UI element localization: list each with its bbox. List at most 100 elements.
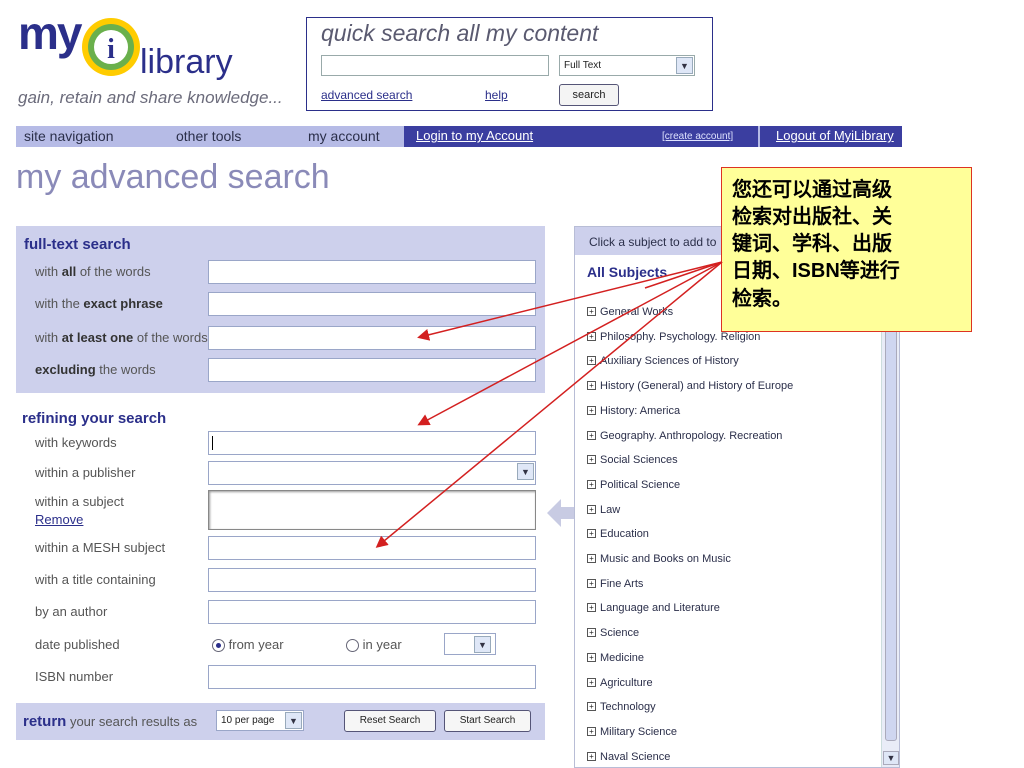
exact-phrase-input[interactable] [208, 292, 536, 316]
expand-plus-icon[interactable]: + [587, 331, 596, 341]
subject-item[interactable]: + History: America [587, 405, 680, 417]
subject-item[interactable]: + Social Sciences [587, 454, 678, 466]
from-year-option[interactable]: from year [212, 637, 284, 653]
quick-search-type-select[interactable]: Full Text ▼ [559, 55, 695, 76]
login-link[interactable]: Login to my Account [416, 128, 533, 143]
subject-item[interactable]: + Geography. Anthropology. Recreation [587, 430, 782, 442]
subject-item[interactable]: + Fine Arts [587, 578, 643, 590]
start-search-button[interactable]: Start Search [444, 710, 531, 732]
subject-list-box[interactable] [208, 490, 536, 530]
isbn-input[interactable] [208, 665, 536, 689]
subject-item[interactable]: + Science [587, 627, 639, 639]
subject-item-label: Political Science [600, 478, 681, 491]
quick-search-button[interactable]: search [559, 84, 619, 106]
expand-plus-icon[interactable]: + [587, 430, 596, 440]
quick-search-input[interactable] [321, 55, 549, 76]
scroll-down-icon[interactable]: ▼ [883, 751, 899, 765]
title-containing-label: with a title containing [35, 572, 156, 587]
subjects-hint: Click a subject to add to [589, 235, 717, 249]
subject-item[interactable]: + Law [587, 504, 620, 516]
nav-other-tools[interactable]: other tools [176, 128, 241, 144]
chevron-down-icon[interactable]: ▼ [474, 636, 491, 653]
from-year-label: from year [228, 637, 284, 652]
subject-item[interactable]: + Education [587, 528, 649, 540]
subject-item[interactable]: + Technology [587, 701, 656, 713]
subject-item[interactable]: + Naval Science [587, 751, 670, 763]
all-words-input[interactable] [208, 260, 536, 284]
return-label: return your search results as [23, 713, 198, 730]
chevron-down-icon[interactable]: ▼ [517, 463, 534, 480]
author-input[interactable] [208, 600, 536, 624]
subject-item-label: Military Science [600, 725, 678, 738]
expand-plus-icon[interactable]: + [587, 702, 596, 712]
results-per-page-select[interactable]: 10 per page ▼ [216, 710, 304, 731]
expand-plus-icon[interactable]: + [587, 504, 596, 514]
logout-link[interactable]: Logout of MyiLibrary [776, 128, 894, 143]
expand-plus-icon[interactable]: + [587, 652, 596, 662]
help-link[interactable]: help [485, 88, 508, 102]
in-year-option[interactable]: in year [346, 637, 402, 653]
quick-search-title: quick search all my content [321, 20, 599, 46]
tagline: gain, retain and share knowledge... [18, 88, 283, 107]
callout-line-1: 您还可以通过高级 [732, 177, 892, 201]
subject-item-label: Naval Science [600, 750, 671, 763]
callout-line-2: 检索对出版社、关 [732, 204, 892, 228]
title-containing-input[interactable] [208, 568, 536, 592]
year-select[interactable]: ▼ [444, 633, 496, 655]
author-label: by an author [35, 604, 108, 619]
create-account-link[interactable]: [create account] [662, 131, 733, 142]
mesh-subject-input[interactable] [208, 536, 536, 560]
full-text-search-panel: full-text search with all of the words w… [16, 226, 545, 393]
expand-plus-icon[interactable]: + [587, 677, 596, 687]
expand-plus-icon[interactable]: + [587, 356, 596, 366]
remove-subject-link[interactable]: Remove [35, 512, 83, 527]
subject-item[interactable]: + Military Science [587, 726, 677, 738]
nav-site-navigation[interactable]: site navigation [24, 128, 114, 144]
expand-plus-icon[interactable]: + [587, 628, 596, 638]
expand-plus-icon[interactable]: + [587, 751, 596, 761]
reset-search-button[interactable]: Reset Search [344, 710, 436, 732]
nav-logout-strip: Logout of MyiLibrary [760, 126, 902, 147]
chevron-down-icon[interactable]: ▼ [676, 57, 693, 74]
advanced-search-link[interactable]: advanced search [321, 88, 412, 102]
expand-plus-icon[interactable]: + [587, 726, 596, 736]
logo-library-text: library [140, 43, 233, 81]
at-least-one-input[interactable] [208, 326, 536, 350]
subject-item-label: Language and Literature [600, 602, 720, 615]
from-year-radio[interactable] [212, 639, 225, 653]
page-title: my advanced search [16, 158, 330, 196]
subject-item-label: Philosophy. Psychology. Religion [600, 330, 761, 343]
expand-plus-icon[interactable]: + [587, 578, 596, 588]
subject-item[interactable]: + Medicine [587, 652, 644, 664]
expand-plus-icon[interactable]: + [587, 529, 596, 539]
subject-item[interactable]: + General Works [587, 306, 673, 318]
subject-item[interactable]: + Agriculture [587, 677, 653, 689]
in-year-radio[interactable] [346, 639, 359, 653]
keywords-input[interactable] [208, 431, 536, 455]
subject-item-label: Medicine [600, 651, 645, 664]
refine-search-title: refining your search [22, 410, 167, 427]
subject-label: within a subject [35, 494, 124, 509]
chevron-down-icon[interactable]: ▼ [285, 712, 302, 729]
add-subject-arrow-icon[interactable] [545, 496, 575, 530]
subject-item[interactable]: + Political Science [587, 479, 680, 491]
publisher-select[interactable]: ▼ [208, 461, 536, 485]
expand-plus-icon[interactable]: + [587, 603, 596, 613]
expand-plus-icon[interactable]: + [587, 455, 596, 465]
subject-item[interactable]: + Music and Books on Music [587, 553, 731, 565]
excluding-input[interactable] [208, 358, 536, 382]
expand-plus-icon[interactable]: + [587, 479, 596, 489]
expand-plus-icon[interactable]: + [587, 554, 596, 563]
nav-my-account[interactable]: my account [308, 128, 380, 144]
subject-item[interactable]: + Language and Literature [587, 602, 720, 614]
subject-item-label: Music and Books on Music [600, 553, 731, 565]
expand-plus-icon[interactable]: + [587, 307, 596, 316]
expand-plus-icon[interactable]: + [587, 381, 596, 391]
subject-item[interactable]: + Auxiliary Sciences of History [587, 355, 739, 367]
subject-item[interactable]: + History (General) and History of Europe [587, 380, 793, 392]
subject-item-label: History: America [600, 404, 681, 417]
expand-plus-icon[interactable]: + [587, 405, 596, 415]
subject-item[interactable]: + Philosophy. Psychology. Religion [587, 331, 760, 343]
scrollbar-thumb[interactable] [885, 261, 897, 741]
nav-bar: site navigation other tools my account L… [16, 126, 902, 147]
